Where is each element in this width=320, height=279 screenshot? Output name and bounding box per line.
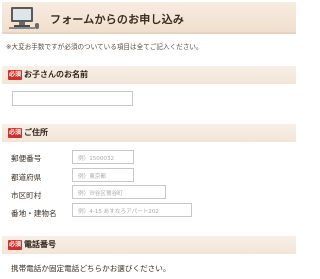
section-child-name: 必須 お子さんのお名前 — [2, 66, 296, 84]
computer-icon — [9, 7, 39, 29]
postal-code-input[interactable]: 例）1500032 — [72, 150, 134, 164]
prefecture-placeholder: 例）東京都 — [78, 174, 106, 180]
section-phone: 必須 電話番号 — [2, 236, 296, 254]
city-label: 市区町村 — [11, 191, 42, 200]
required-badge: 必須 — [8, 128, 22, 138]
section-title-address: ご住所 — [24, 128, 48, 137]
phone-type-prompt: 携帯電話か固定電話どちらかお選びください。 — [11, 264, 171, 273]
city-input[interactable]: 例）渋谷区鶯谷町 — [72, 185, 166, 199]
required-notice: ※大変お手数ですが必須のついている項目は全てご記入ください。 — [6, 43, 203, 51]
section-title-child-name: お子さんのお名前 — [24, 70, 88, 79]
street-building-label: 番地・建物名 — [11, 209, 57, 218]
required-badge: 必須 — [8, 240, 22, 250]
prefecture-input[interactable]: 例）東京都 — [72, 168, 134, 182]
section-title-phone: 電話番号 — [24, 240, 56, 249]
street-building-input[interactable]: 例）4-15 あすなろアパート202 — [72, 203, 192, 217]
page-title: フォームからのお申し込み — [50, 13, 185, 26]
street-building-placeholder: 例）4-15 あすなろアパート202 — [78, 209, 159, 215]
city-placeholder: 例）渋谷区鶯谷町 — [78, 191, 123, 197]
section-address: 必須 ご住所 — [2, 124, 296, 142]
prefecture-label: 都道府県 — [11, 173, 42, 182]
child-name-input[interactable] — [12, 91, 133, 106]
postal-code-placeholder: 例）1500032 — [78, 156, 115, 162]
postal-code-label: 郵便番号 — [11, 154, 42, 163]
required-badge: 必須 — [8, 70, 22, 80]
form-header: フォームからのお申し込み — [2, 2, 296, 34]
